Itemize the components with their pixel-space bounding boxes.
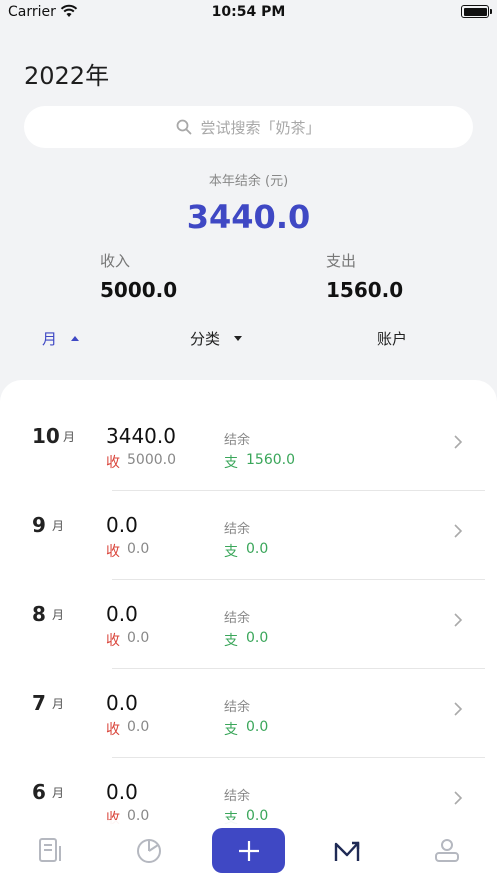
sort-up-icon [71,336,80,341]
annual-balance-label: 本年结余 (元) [208,174,289,189]
year-title[interactable]: 2022年 [24,56,109,91]
balance-tag: 结余 [224,433,251,448]
month-balance: 0.0 [106,691,138,715]
chevron-right-icon [454,791,463,805]
ledger-icon [39,838,61,862]
balance-tag: 结余 [224,611,251,626]
income-tag: 收 [106,633,120,649]
clock: 10:54 PM [211,4,286,20]
month-unit: 月 [52,786,65,800]
category-filter-label: 分类 [190,330,221,348]
dropdown-icon [234,336,243,341]
balance-tag: 结余 [224,522,251,537]
tab-statistics[interactable] [133,834,165,866]
month-number: 9 [32,513,46,537]
chevron-right-icon [454,524,463,538]
pie-chart-icon [137,839,161,863]
month-filter[interactable]: 月 [42,328,80,349]
expense-value: 1560.0 [326,278,404,302]
month-row[interactable]: 9 月 0.0 收 0.0 结余 支 0.0 [0,491,497,580]
month-balance: 0.0 [106,602,138,626]
bottom-tab-bar [0,820,497,883]
month-balance: 3440.0 [106,424,176,448]
expense-tag: 支 [224,455,238,471]
search-placeholder: 尝试搜索「奶茶」 [200,118,321,137]
income-tag: 收 [106,722,120,738]
battery-icon [461,5,492,18]
income-tag: 收 [106,544,120,560]
month-expense: 0.0 [246,719,269,735]
chevron-right-icon [454,613,463,627]
balance-tag: 结余 [224,700,251,715]
month-balance: 0.0 [106,513,138,537]
chevron-right-icon [454,702,463,716]
account-filter-label: 账户 [377,330,408,348]
expense-tag: 支 [224,722,238,738]
month-number: 8 [32,602,46,626]
expense-label: 支出 [326,252,357,270]
month-income: 0.0 [127,541,150,557]
search-bar[interactable]: 尝试搜索「奶茶」 [24,106,473,148]
profile-icon [435,839,459,862]
filter-bar: 月 分类 账户 [0,328,497,352]
monthly-list: 10 月 3440.0 收 5000.0 结余 支 1560.0 9 月 0.0… [0,380,497,830]
month-expense: 1560.0 [246,452,295,468]
month-row[interactable]: 8 月 0.0 收 0.0 结余 支 0.0 [0,580,497,669]
month-balance: 0.0 [106,780,138,804]
month-unit: 月 [52,697,65,711]
tab-ledger[interactable] [34,834,66,866]
balance-tag: 结余 [224,789,251,804]
month-filter-label: 月 [42,330,58,348]
trend-icon [334,841,360,861]
annual-balance-value: 3440.0 [186,198,311,236]
tab-profile[interactable] [431,834,463,866]
expense-tag: 支 [224,544,238,560]
add-icon [238,840,259,861]
month-income: 0.0 [127,719,150,735]
income-label: 收入 [100,252,131,270]
month-number: 10 [32,424,60,448]
expense-tag: 支 [224,633,238,649]
month-row[interactable]: 7 月 0.0 收 0.0 结余 支 0.0 [0,669,497,758]
status-bar: Carrier 10:54 PM [0,0,497,26]
month-row[interactable]: 10 月 3440.0 收 5000.0 结余 支 1560.0 [0,402,497,491]
month-unit: 月 [52,608,65,622]
month-number: 6 [32,780,46,804]
month-expense: 0.0 [246,541,269,557]
income-value: 5000.0 [100,278,178,302]
month-income: 0.0 [127,630,150,646]
tab-trend[interactable] [332,834,364,866]
month-income: 5000.0 [127,452,176,468]
add-record-button[interactable] [212,828,285,873]
search-icon [177,119,192,135]
month-unit: 月 [52,519,65,533]
category-filter[interactable]: 分类 [190,328,243,349]
income-tag: 收 [106,455,120,471]
month-number: 7 [32,691,46,715]
month-expense: 0.0 [246,630,269,646]
month-unit: 月 [63,430,76,444]
chevron-right-icon [454,435,463,449]
account-filter[interactable]: 账户 [377,328,407,349]
